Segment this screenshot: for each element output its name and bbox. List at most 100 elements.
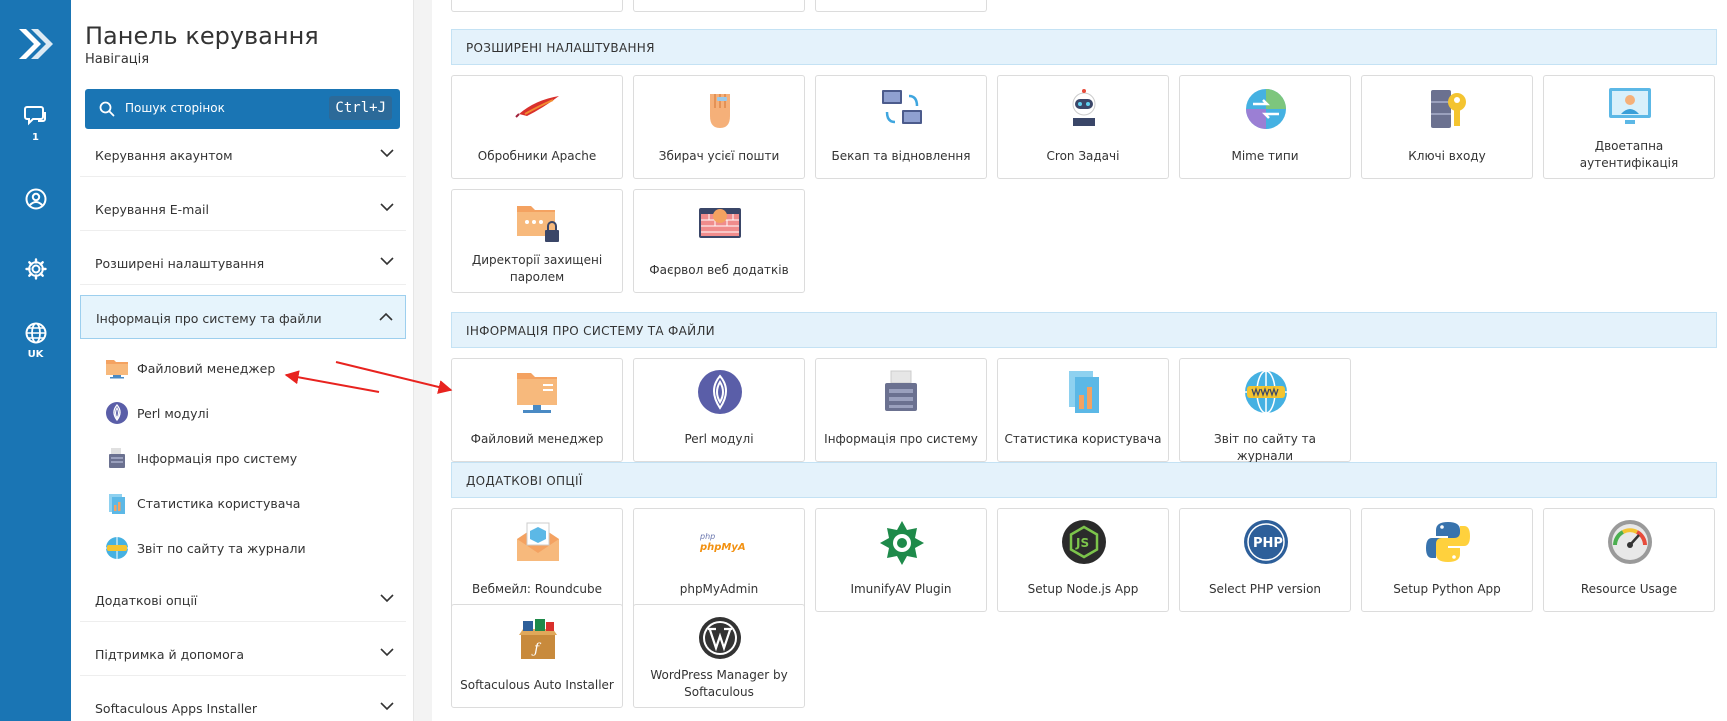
group-header-advanced: РОЗШИРЕНІ НАЛАШТУВАННЯ [451, 29, 1717, 65]
tile-php-version[interactable]: PHP Select PHP version [1179, 508, 1351, 612]
imunify-icon [880, 521, 924, 565]
logo-icon[interactable] [17, 26, 53, 62]
tile-label: Select PHP version [1208, 582, 1322, 596]
search-pages-input[interactable]: Пошук сторінок Ctrl+J [85, 89, 400, 129]
hand-icon [710, 94, 730, 128]
mime-icon [1246, 89, 1286, 129]
wordpress-icon [699, 617, 741, 659]
tile-label: Статистика користувача [1004, 432, 1162, 446]
sidebar-item-site-report[interactable]: Звіт по сайту та журнали [104, 533, 404, 563]
tile-user-stats[interactable]: Статистика користувача [997, 358, 1169, 462]
tile-backup[interactable]: Бекап та відновлення [815, 75, 987, 179]
tile-catch-all[interactable]: Збирач усієї пошти [633, 75, 805, 179]
section-email[interactable]: Керування E-mail [80, 187, 406, 231]
tile-mime[interactable]: Mime типи [1179, 75, 1351, 179]
tile-resource-usage[interactable]: Resource Usage [1543, 508, 1715, 612]
chevron-down-icon [380, 149, 394, 158]
tile-label: Mime типи [1231, 149, 1299, 163]
partial-tile[interactable] [815, 0, 987, 12]
www-globe-icon [1245, 370, 1287, 414]
section-system-files[interactable]: Інформація про систему та файли [80, 295, 406, 339]
group-title: ДОДАТКОВІ ОПЦІЇ [466, 474, 583, 488]
tile-label: WordPress Manager by Softaculous [650, 668, 788, 699]
section-label: Керування E-mail [95, 202, 209, 217]
folder-icon [106, 360, 128, 379]
tile-label: Perl модулі [684, 432, 754, 446]
robot-icon [1072, 89, 1096, 126]
perl-onion-icon [698, 370, 742, 414]
partial-tile[interactable] [451, 0, 623, 12]
tile-file-manager[interactable]: Файловий менеджер [451, 358, 623, 462]
section-account[interactable]: Керування акаунтом [80, 133, 406, 177]
language-rail-item[interactable]: UK [0, 322, 71, 360]
tile-label: ImunifyAV Plugin [850, 582, 952, 596]
tile-softaculous[interactable]: ƒ Softaculous Auto Installer [451, 604, 623, 708]
section-advanced[interactable]: Розширені налаштування [80, 241, 406, 285]
tile-waf[interactable]: Фаєрвол веб додатків [633, 189, 805, 293]
chevron-up-icon [379, 312, 393, 321]
sidebar-item-label: Perl модулі [137, 406, 209, 421]
tile-perl-modules[interactable]: Perl модулі [633, 358, 805, 462]
sidebar-item-file-manager[interactable]: Файловий менеджер [104, 353, 404, 383]
group-header-system-files: ІНФОРМАЦІЯ ПРО СИСТЕМУ ТА ФАЙЛИ [451, 312, 1717, 348]
stats-icon [1069, 371, 1099, 413]
group-title: РОЗШИРЕНІ НАЛАШТУВАННЯ [466, 41, 655, 55]
tile-label: Обробники Apache [477, 149, 597, 163]
chevron-down-icon [380, 257, 394, 266]
tile-nodejs[interactable]: JS Setup Node.js App [997, 508, 1169, 612]
svg-text:JS: JS [1075, 536, 1089, 550]
sidebar-item-perl-modules[interactable]: Perl модулі [104, 398, 404, 428]
section-label: Розширені налаштування [95, 256, 265, 271]
tile-site-report[interactable]: Звіт по сайту та журнали [1179, 358, 1351, 463]
sidebar-item-user-stats[interactable]: Статистика користувача [104, 488, 404, 518]
tile-login-keys[interactable]: Ключі входу [1361, 75, 1533, 179]
tile-label: Фаєрвол веб додатків [649, 263, 789, 277]
chevron-down-icon [380, 702, 394, 711]
chevron-down-icon [380, 594, 394, 603]
account-rail-item[interactable] [0, 188, 71, 210]
tile-apache-handlers[interactable]: Обробники Apache [451, 75, 623, 179]
tile-imunify[interactable]: ImunifyAV Plugin [815, 508, 987, 612]
apache-feather-icon [515, 96, 559, 118]
tile-label: Resource Usage [1580, 582, 1678, 596]
sidebar-item-system-info[interactable]: Інформація про систему [104, 443, 404, 473]
tile-label: Двоетапна аутентифікація [1579, 139, 1679, 170]
tile-wordpress-manager[interactable]: WordPress Manager by Softaculous [633, 604, 805, 708]
section-softaculous[interactable]: Softaculous Apps Installer [80, 686, 406, 721]
perl-onion-icon [106, 402, 128, 424]
svg-text:php: php [699, 532, 715, 541]
python-icon [1426, 522, 1470, 562]
svg-text:PHP: PHP [1253, 536, 1283, 551]
tile-label: Бекап та відновлення [831, 149, 971, 163]
tile-two-factor[interactable]: Двоетапна аутентифікація [1543, 75, 1715, 179]
sidebar-subtitle: Навігація [85, 52, 150, 67]
two-factor-icon [1609, 88, 1651, 124]
partial-tile[interactable] [633, 0, 805, 12]
section-extra-options[interactable]: Додаткові опції [80, 578, 406, 622]
sidebar-item-label: Звіт по сайту та журнали [137, 541, 306, 556]
tile-cron[interactable]: Cron Задачі [997, 75, 1169, 179]
group-header-extra-options: ДОДАТКОВІ ОПЦІЇ [451, 462, 1717, 498]
section-label: Softaculous Apps Installer [95, 701, 258, 716]
chat-rail-item[interactable]: 1 [0, 105, 71, 143]
section-label: Додаткові опції [95, 593, 198, 608]
tile-roundcube[interactable]: Вебмейл: Roundcube [451, 508, 623, 612]
tile-label: Softaculous Auto Installer [460, 678, 614, 692]
globe-icon [25, 322, 46, 344]
chevron-down-icon [380, 203, 394, 212]
settings-rail-item[interactable] [0, 258, 71, 280]
locked-folder-icon [517, 206, 559, 242]
section-label: Керування акаунтом [95, 148, 233, 163]
tile-label: Файловий менеджер [470, 432, 604, 446]
webmail-icon [517, 522, 559, 561]
tile-python[interactable]: Setup Python App [1361, 508, 1533, 612]
tile-password-dirs[interactable]: Директорії захищені паролем [451, 189, 623, 293]
tile-system-info[interactable]: Інформація про систему [815, 358, 987, 462]
section-support[interactable]: Підтримка й допомога [80, 632, 406, 676]
sidebar-item-label: Файловий менеджер [137, 361, 276, 376]
tile-phpmyadmin[interactable]: php phpMyAdmin phpMyAdmin [633, 508, 805, 612]
tile-label: Інформація про систему [824, 432, 978, 446]
backup-icon [882, 90, 922, 124]
folder-icon [517, 373, 557, 413]
chevron-down-icon [380, 648, 394, 657]
